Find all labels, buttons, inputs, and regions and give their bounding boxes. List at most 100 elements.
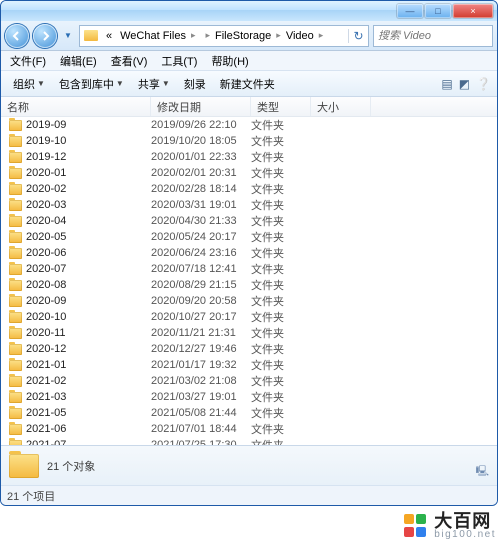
table-row[interactable]: 2020-062020/06/24 23:16文件夹 bbox=[1, 245, 497, 261]
folder-icon bbox=[9, 344, 22, 355]
file-type: 文件夹 bbox=[251, 197, 311, 213]
table-row[interactable]: 2020-112020/11/21 21:31文件夹 bbox=[1, 325, 497, 341]
file-type: 文件夹 bbox=[251, 133, 311, 149]
share-button[interactable]: 共享▼ bbox=[132, 74, 176, 94]
table-row[interactable]: 2020-102020/10/27 20:17文件夹 bbox=[1, 309, 497, 325]
breadcrumb[interactable]: « WeChat Files ▸ ▸ FileStorage ▸ Video ▸… bbox=[79, 25, 369, 47]
folder-icon bbox=[82, 27, 100, 45]
table-row[interactable]: 2020-042020/04/30 21:33文件夹 bbox=[1, 213, 497, 229]
file-name: 2019-12 bbox=[26, 151, 66, 163]
file-type: 文件夹 bbox=[251, 277, 311, 293]
table-row[interactable]: 2019-12 2020/01/01 22:33文件夹 bbox=[1, 149, 497, 165]
breadcrumb-seg-wechat[interactable]: WeChat Files bbox=[116, 26, 190, 46]
file-date: 2020/02/01 20:31 bbox=[151, 167, 251, 179]
file-date: 2021/03/02 21:08 bbox=[151, 375, 251, 387]
include-library-button[interactable]: 包含到库中▼ bbox=[53, 74, 130, 94]
file-name: 2020-12 bbox=[26, 343, 66, 355]
preview-pane-button[interactable]: ◩ bbox=[459, 77, 470, 91]
table-row[interactable]: 2021-032021/03/27 19:01文件夹 bbox=[1, 389, 497, 405]
file-date: 2020/06/24 23:16 bbox=[151, 247, 251, 259]
history-dropdown[interactable]: ▼ bbox=[61, 27, 75, 45]
file-type: 文件夹 bbox=[251, 373, 311, 389]
table-row[interactable]: 2020-122020/12/27 19:46文件夹 bbox=[1, 341, 497, 357]
file-date: 2020/11/21 21:31 bbox=[151, 327, 251, 339]
back-button[interactable] bbox=[5, 24, 29, 48]
refresh-button[interactable]: ↻ bbox=[348, 29, 368, 43]
maximize-button[interactable]: □ bbox=[425, 4, 451, 18]
breadcrumb-seg-filestorage[interactable]: FileStorage bbox=[211, 26, 275, 46]
col-type[interactable]: 类型 bbox=[251, 97, 311, 116]
file-type: 文件夹 bbox=[251, 357, 311, 373]
organize-button[interactable]: 组织▼ bbox=[7, 74, 51, 94]
col-date[interactable]: 修改日期 bbox=[151, 97, 251, 116]
folder-icon bbox=[9, 264, 22, 275]
file-type: 文件夹 bbox=[251, 261, 311, 277]
table-row[interactable]: 2020-082020/08/29 21:15文件夹 bbox=[1, 277, 497, 293]
col-size[interactable]: 大小 bbox=[311, 97, 371, 116]
toolbar: 组织▼ 包含到库中▼ 共享▼ 刻录 新建文件夹 ▤ ◩ ❔ bbox=[1, 71, 497, 97]
folder-icon bbox=[9, 136, 22, 147]
new-folder-button[interactable]: 新建文件夹 bbox=[214, 74, 281, 94]
details-pane: 21 个对象 🖳 bbox=[1, 445, 497, 485]
file-name: 2020-08 bbox=[26, 279, 66, 291]
breadcrumb-seg-hidden[interactable] bbox=[196, 26, 204, 46]
back-arrow-icon bbox=[12, 31, 22, 41]
folder-icon bbox=[9, 120, 22, 131]
file-date: 2021/01/17 19:32 bbox=[151, 359, 251, 371]
table-row[interactable]: 2021-01 2021/01/17 19:32文件夹 bbox=[1, 357, 497, 373]
watermark-url: big100.net bbox=[434, 530, 496, 540]
menu-view[interactable]: 查看(V) bbox=[106, 52, 153, 70]
breadcrumb-back[interactable]: « bbox=[102, 26, 116, 46]
menu-help[interactable]: 帮助(H) bbox=[206, 52, 253, 70]
folder-icon bbox=[9, 296, 22, 307]
burn-button[interactable]: 刻录 bbox=[178, 74, 212, 94]
close-button[interactable]: × bbox=[453, 4, 493, 18]
file-name: 2021-01 bbox=[26, 359, 66, 371]
folder-icon bbox=[9, 360, 22, 371]
col-name[interactable]: 名称 bbox=[1, 97, 151, 116]
file-type: 文件夹 bbox=[251, 117, 311, 133]
search-input[interactable] bbox=[378, 30, 498, 42]
watermark-title: 大百网 bbox=[434, 512, 496, 530]
file-name: 2020-03 bbox=[26, 199, 66, 211]
file-name: 2020-11 bbox=[26, 327, 66, 339]
file-name: 2021-06 bbox=[26, 423, 66, 435]
menu-file[interactable]: 文件(F) bbox=[5, 52, 51, 70]
file-date: 2020/01/01 22:33 bbox=[151, 151, 251, 163]
minimize-button[interactable]: — bbox=[397, 4, 423, 18]
file-list[interactable]: 2019-092019/09/26 22:10文件夹2019-102019/10… bbox=[1, 117, 497, 445]
table-row[interactable]: 2021-022021/03/02 21:08文件夹 bbox=[1, 373, 497, 389]
folder-icon bbox=[9, 200, 22, 211]
status-bar: 21 个项目 bbox=[1, 485, 497, 505]
table-row[interactable]: 2020-092020/09/20 20:58文件夹 bbox=[1, 293, 497, 309]
folder-icon bbox=[9, 392, 22, 403]
folder-icon bbox=[9, 280, 22, 291]
file-name: 2019-09 bbox=[26, 119, 66, 131]
help-button[interactable]: ❔ bbox=[476, 77, 491, 91]
explorer-window: — □ × ▼ « WeChat Files ▸ ▸ FileStorage ▸… bbox=[0, 0, 498, 506]
file-type: 文件夹 bbox=[251, 405, 311, 421]
menu-tools[interactable]: 工具(T) bbox=[156, 52, 202, 70]
table-row[interactable]: 2021-072021/07/25 17:30文件夹 bbox=[1, 437, 497, 445]
table-row[interactable]: 2019-102019/10/20 18:05文件夹 bbox=[1, 133, 497, 149]
file-type: 文件夹 bbox=[251, 213, 311, 229]
forward-button[interactable] bbox=[33, 24, 57, 48]
breadcrumb-seg-video[interactable]: Video bbox=[282, 26, 318, 46]
table-row[interactable]: 2020-052020/05/24 20:17文件夹 bbox=[1, 229, 497, 245]
view-options-button[interactable]: ▤ bbox=[441, 77, 452, 91]
menu-edit[interactable]: 编辑(E) bbox=[55, 52, 102, 70]
file-type: 文件夹 bbox=[251, 149, 311, 165]
table-row[interactable]: 2021-052021/05/08 21:44文件夹 bbox=[1, 405, 497, 421]
search-box[interactable]: 🔍 bbox=[373, 25, 493, 47]
menu-bar: 文件(F) 编辑(E) 查看(V) 工具(T) 帮助(H) bbox=[1, 51, 497, 71]
table-row[interactable]: 2020-012020/02/01 20:31文件夹 bbox=[1, 165, 497, 181]
table-row[interactable]: 2020-072020/07/18 12:41文件夹 bbox=[1, 261, 497, 277]
folder-icon bbox=[9, 168, 22, 179]
file-date: 2020/12/27 19:46 bbox=[151, 343, 251, 355]
file-name: 2019-10 bbox=[26, 135, 66, 147]
file-date: 2021/03/27 19:01 bbox=[151, 391, 251, 403]
table-row[interactable]: 2019-092019/09/26 22:10文件夹 bbox=[1, 117, 497, 133]
table-row[interactable]: 2020-032020/03/31 19:01文件夹 bbox=[1, 197, 497, 213]
table-row[interactable]: 2021-062021/07/01 18:44文件夹 bbox=[1, 421, 497, 437]
table-row[interactable]: 2020-022020/02/28 18:14文件夹 bbox=[1, 181, 497, 197]
